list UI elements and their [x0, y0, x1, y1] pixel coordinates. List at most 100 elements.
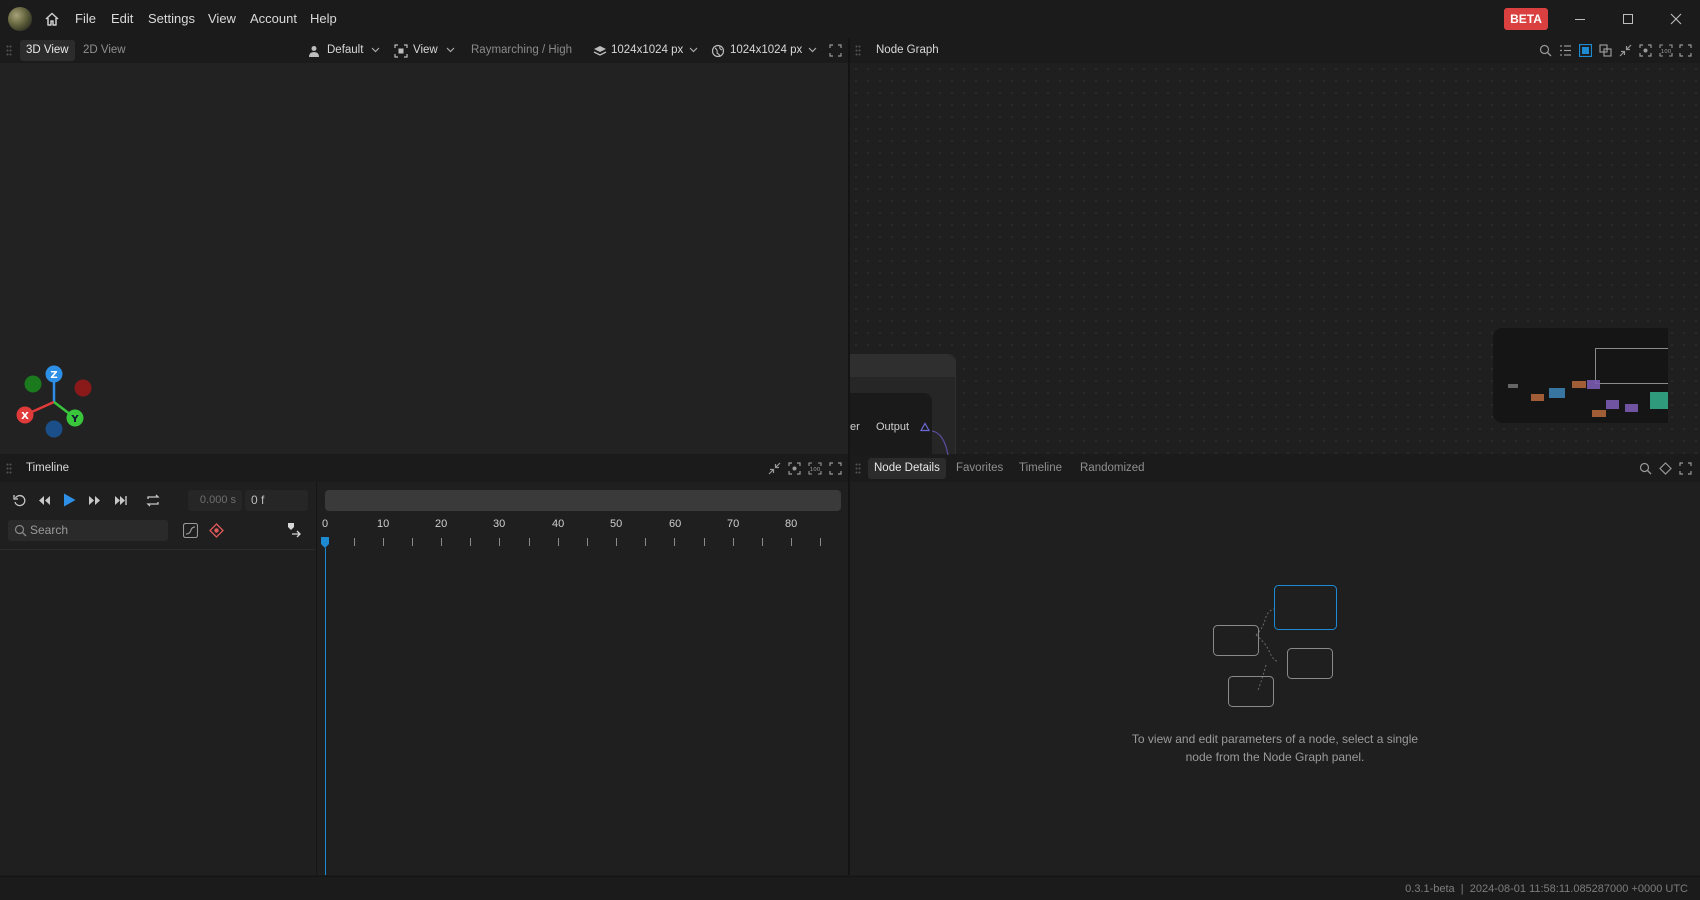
loop-icon[interactable] [145, 493, 161, 508]
axis-y-label: Y [70, 414, 79, 425]
zoom-100-icon[interactable]: 100 [1659, 44, 1673, 57]
timeline-title: Timeline [26, 462, 70, 474]
ruler-tick-label: 0 [322, 518, 329, 530]
timeline-header: Timeline 100 [0, 456, 848, 481]
title-bar: File Edit Settings View Account Help BET… [0, 0, 1700, 38]
timeline-scrub-bar[interactable] [325, 490, 841, 511]
search-icon[interactable] [1639, 462, 1652, 475]
search-placeholder: Search [30, 523, 69, 537]
curve-editor-icon[interactable] [183, 523, 198, 538]
render-mode-label[interactable]: Raymarching / High [471, 38, 572, 63]
graph-minimap[interactable] [1493, 328, 1668, 423]
fullscreen-icon[interactable] [829, 44, 842, 57]
maximize-icon[interactable] [1620, 11, 1636, 27]
group-icon[interactable] [1599, 44, 1612, 57]
menu-help[interactable]: Help [310, 0, 337, 38]
menu-settings[interactable]: Settings [148, 0, 195, 38]
globe-icon [711, 44, 725, 58]
menu-file[interactable]: File [75, 0, 96, 38]
drag-handle-icon[interactable] [6, 463, 12, 474]
ruler-tick-label: 50 [610, 518, 623, 530]
timeline-panel: 0.000 s 0 f Search 0 10 20 30 40 50 60 7… [0, 482, 848, 875]
resolution-dropdown-b[interactable]: 1024x1024 px [730, 38, 802, 63]
axis-x-label: X [21, 411, 29, 422]
details-header: Node Details Favorites Timeline Randomiz… [850, 456, 1700, 481]
app-logo[interactable] [8, 7, 32, 31]
empty-state-line-2: node from the Node Graph panel. [1185, 750, 1365, 764]
menu-account[interactable]: Account [250, 0, 297, 38]
ruler-tick-label: 70 [727, 518, 740, 530]
collapse-icon[interactable] [768, 462, 781, 475]
search-icon[interactable] [1539, 44, 1552, 57]
tab-3d-view[interactable]: 3D View [20, 40, 75, 61]
minimize-icon[interactable] [1572, 11, 1588, 27]
view-frame-icon [394, 44, 408, 58]
ruler-tick-label: 60 [669, 518, 682, 530]
fit-view-icon[interactable] [788, 462, 801, 475]
output-port-icon[interactable] [920, 422, 930, 432]
node-port-label: er [850, 421, 860, 433]
ruler-tick-label: 20 [435, 518, 448, 530]
tab-favorites[interactable]: Favorites [950, 458, 1009, 479]
play-icon[interactable] [62, 492, 77, 508]
fit-view-icon[interactable] [1639, 44, 1652, 57]
timeline-search-input[interactable]: Search [8, 520, 168, 541]
ruler-ticks [354, 538, 821, 546]
playhead-line [325, 548, 326, 875]
resolution-dropdown-a[interactable]: 1024x1024 px [611, 38, 683, 63]
tab-2d-view[interactable]: 2D View [77, 40, 132, 61]
chevron-down-icon[interactable] [808, 47, 817, 53]
camera-preset-dropdown[interactable]: Default [327, 38, 363, 63]
status-bar: 0.3.1-beta | 2024-08-01 11:58:11.0852870… [0, 876, 1700, 900]
chevron-down-icon[interactable] [371, 47, 380, 53]
ruler-tick-label: 80 [785, 518, 798, 530]
node-graph-header: Node Graph 100 [850, 38, 1700, 63]
collapse-icon[interactable] [1619, 44, 1632, 57]
viewport-3d[interactable]: Z X Y [0, 63, 848, 454]
step-back-icon[interactable] [37, 493, 52, 508]
add-track-icon[interactable] [286, 522, 302, 538]
svg-text:100: 100 [1661, 49, 1672, 55]
drag-handle-icon[interactable] [855, 45, 861, 56]
frame-field[interactable]: 0 f [245, 490, 308, 511]
drag-handle-icon[interactable] [855, 463, 861, 474]
list-view-icon[interactable] [1559, 44, 1572, 57]
reset-icon[interactable] [12, 493, 27, 508]
fullscreen-icon[interactable] [829, 462, 842, 475]
axis-gizmo[interactable]: Z X Y [10, 363, 100, 443]
graph-node[interactable]: er Output [850, 354, 956, 455]
home-icon[interactable] [44, 11, 60, 27]
zoom-100-icon[interactable]: 100 [808, 462, 822, 475]
minimap-toggle-icon[interactable] [1579, 44, 1592, 57]
beta-badge: BETA [1504, 8, 1548, 30]
ruler-tick-label: 10 [377, 518, 390, 530]
connection-wire [932, 430, 949, 455]
view-dropdown[interactable]: View [413, 38, 438, 63]
skip-to-end-icon[interactable] [113, 493, 128, 508]
tab-node-details[interactable]: Node Details [868, 458, 946, 479]
tab-randomized[interactable]: Randomized [1074, 458, 1151, 479]
node-output-label: Output [876, 421, 910, 433]
fullscreen-icon[interactable] [1679, 462, 1692, 475]
viewport-header: 3D View 2D View Default View Raymarching… [0, 38, 848, 63]
close-icon[interactable] [1668, 11, 1684, 27]
minimap-viewport[interactable] [1595, 348, 1668, 384]
fullscreen-icon[interactable] [1679, 44, 1692, 57]
keyframe-icon[interactable] [209, 523, 224, 538]
tab-timeline[interactable]: Timeline [1013, 458, 1068, 479]
layers-icon [593, 44, 607, 58]
menu-view[interactable]: View [208, 0, 236, 38]
timeline-ruler[interactable]: 0 10 20 30 40 50 60 70 80 [318, 518, 848, 550]
time-seconds-field[interactable]: 0.000 s [188, 490, 242, 511]
menu-edit[interactable]: Edit [111, 0, 133, 38]
diamond-icon[interactable] [1659, 462, 1672, 475]
camera-icon [307, 44, 321, 58]
node-graph-canvas[interactable]: er Output [850, 63, 1700, 455]
step-forward-icon[interactable] [87, 493, 102, 508]
chevron-down-icon[interactable] [689, 47, 698, 53]
drag-handle-icon[interactable] [6, 45, 12, 56]
empty-state-message: To view and edit parameters of a node, s… [850, 730, 1700, 766]
empty-state-line-1: To view and edit parameters of a node, s… [1131, 732, 1419, 746]
ruler-tick-label: 30 [493, 518, 506, 530]
chevron-down-icon[interactable] [446, 47, 455, 53]
